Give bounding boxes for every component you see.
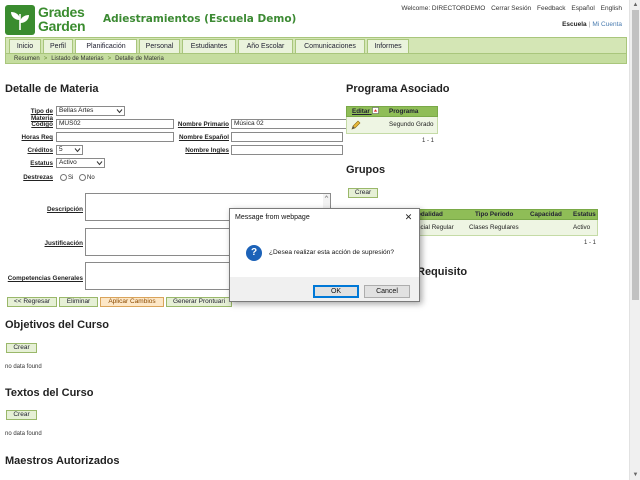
programa-pager: 1 - 1 xyxy=(422,138,435,144)
logo-line1: Grades xyxy=(38,4,85,20)
radio-si-label: Si xyxy=(68,175,74,181)
objetivos-nodata: no data found xyxy=(5,364,42,370)
dialog-message: ¿Desea realizar esta acción de supresión… xyxy=(269,249,394,256)
table-row: Segundo Grado xyxy=(346,117,438,134)
chevron-down-icon xyxy=(74,148,81,153)
confirm-dialog: Message from webpage ✕ ? ¿Desea realizar… xyxy=(229,208,420,302)
label-nombre-espanol: Nombre Español xyxy=(178,134,229,141)
spanish-link[interactable]: Español xyxy=(571,5,595,12)
estatus-column: Estatus xyxy=(573,211,596,218)
generate-syllabus-button[interactable]: Generar Prontuari xyxy=(166,297,232,307)
textos-heading: Textos del Curso xyxy=(5,387,94,399)
tab-ano-escolar[interactable]: Año Escolar xyxy=(238,39,293,54)
radio-no[interactable] xyxy=(79,174,86,181)
programa-heading: Programa Asociado xyxy=(346,83,450,95)
ok-button[interactable]: OK xyxy=(313,285,359,298)
modalidad-column: odalidad xyxy=(417,211,443,218)
cancel-button[interactable]: Cancel xyxy=(364,285,410,298)
tipo-select[interactable]: Bellas Artes xyxy=(56,106,125,116)
logout-link[interactable]: Cerrar Sesión xyxy=(491,5,531,12)
tipo-periodo-cell: Clases Regulares xyxy=(469,224,519,231)
breadcrumb: Resumen > Listado de Materias > Detalle de M… xyxy=(5,53,627,64)
textos-nodata: no data found xyxy=(5,431,42,437)
radio-no-label: No xyxy=(87,175,95,181)
chevron-down-icon xyxy=(96,161,103,166)
back-button[interactable]: << Regresar xyxy=(7,297,57,307)
feedback-link[interactable]: Feedback xyxy=(537,5,566,12)
objetivos-create-button[interactable]: Crear xyxy=(6,343,37,353)
question-icon: ? xyxy=(246,245,262,261)
label-nombre-primario: Nombre Primario xyxy=(177,121,229,128)
label-destrezas: Destrezas xyxy=(23,174,53,181)
close-icon[interactable]: ✕ xyxy=(403,212,414,223)
my-account-link[interactable]: Mi Cuenta xyxy=(592,21,622,28)
scroll-up-icon[interactable]: ▲ xyxy=(632,1,639,9)
main-nav: Inicio Perfil Planificación Personal Est… xyxy=(5,37,627,55)
programa-column: Programa xyxy=(389,108,419,115)
scroll-thumb[interactable] xyxy=(632,10,639,300)
label-creditos: Créditos xyxy=(27,147,53,154)
label-justificacion: Justificación xyxy=(44,240,84,247)
programa-cell: Segundo Grado xyxy=(389,121,434,128)
nombre-espanol-input[interactable] xyxy=(231,132,343,142)
label-nombre-ingles: Nombre Ingles xyxy=(185,147,229,154)
breadcrumb-detalle: Detalle de Materia xyxy=(115,56,164,62)
programa-table-header: Editar Programa xyxy=(346,106,438,117)
account-links: Escuela | Mi Cuenta xyxy=(562,21,622,28)
breadcrumb-resumen[interactable]: Resumen xyxy=(14,56,40,62)
requisito-heading: Requisito xyxy=(417,266,468,278)
breadcrumb-listado[interactable]: Listado de Materias xyxy=(51,56,103,62)
top-links: Welcome: DIRECTORDEMO Cerrar Sesión Feed… xyxy=(397,5,622,12)
grades-garden-logo: Grades Garden xyxy=(5,5,95,35)
chevron-down-icon xyxy=(116,109,123,114)
tab-inicio[interactable]: Inicio xyxy=(9,39,41,54)
dialog-body: ? ¿Desea realizar esta acción de supresi… xyxy=(230,227,419,277)
label-horas: Horas Req xyxy=(21,134,54,141)
grupos-pager: 1 - 1 xyxy=(584,240,597,246)
objetivos-heading: Objetivos del Curso xyxy=(5,319,109,331)
tab-comunicaciones[interactable]: Comunicaciones xyxy=(295,39,365,54)
tab-perfil[interactable]: Perfil xyxy=(43,39,73,54)
page-scrollbar[interactable]: ▲ ▼ xyxy=(629,0,640,480)
delete-button[interactable]: Eliminar xyxy=(59,297,98,307)
sort-up-icon xyxy=(371,107,379,114)
tab-informes[interactable]: Informes xyxy=(367,39,409,54)
pencil-edit-icon[interactable] xyxy=(351,120,361,130)
maestros-heading: Maestros Autorizados xyxy=(5,455,120,467)
app-title: Adiestramientos (Escuela Demo) xyxy=(103,13,297,25)
modalidad-cell: ncial Regular xyxy=(417,224,454,231)
detail-heading: Detalle de Materia xyxy=(5,83,99,95)
welcome-text: Welcome: DIRECTORDEMO xyxy=(401,5,486,12)
textos-create-button[interactable]: Crear xyxy=(6,410,37,420)
nombre-ingles-input[interactable] xyxy=(231,145,343,155)
creditos-select[interactable]: 5 xyxy=(56,145,83,155)
tab-estudiantes[interactable]: Estudiantes xyxy=(182,39,236,54)
apply-changes-button[interactable]: Aplicar Cambios xyxy=(100,297,164,307)
label-codigo: Código xyxy=(31,121,53,128)
tab-personal[interactable]: Personal xyxy=(139,39,180,54)
estatus-cell: Activo xyxy=(573,224,591,231)
radio-si[interactable] xyxy=(60,174,67,181)
label-descripcion: Descripción xyxy=(46,206,83,213)
scroll-down-icon[interactable]: ▼ xyxy=(632,471,639,479)
nombre-primario-input[interactable]: Música 02 xyxy=(231,119,347,129)
editar-column[interactable]: Editar xyxy=(352,107,379,117)
grupos-create-button[interactable]: Crear xyxy=(348,188,378,198)
label-estatus: Estatus xyxy=(30,160,53,167)
logo-line2: Garden xyxy=(38,18,86,34)
dialog-title: Message from webpage xyxy=(230,209,419,227)
english-link[interactable]: English xyxy=(601,5,622,12)
tipo-periodo-column: Tipo Periodo xyxy=(475,211,514,218)
estatus-select[interactable]: Activo xyxy=(56,158,105,168)
leaf-logo-icon xyxy=(5,5,35,35)
label-tipo: Tipo de Materia xyxy=(30,108,53,122)
capacidad-column: Capacidad xyxy=(530,211,562,218)
grupos-heading: Grupos xyxy=(346,164,386,176)
label-competencias: Competencias Generales xyxy=(7,275,83,282)
school-link[interactable]: Escuela xyxy=(562,21,587,28)
